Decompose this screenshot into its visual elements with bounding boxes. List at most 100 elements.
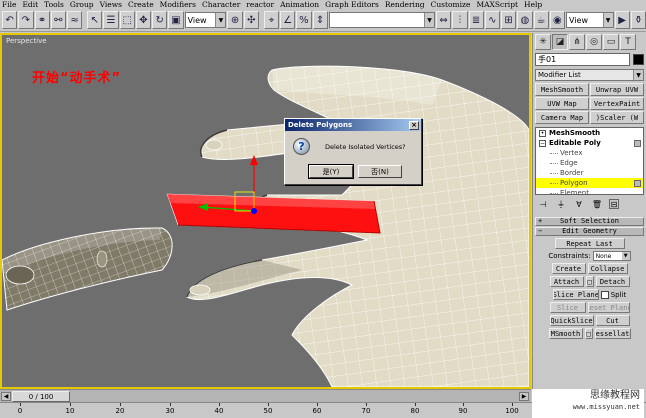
menu-file[interactable]: File	[0, 0, 20, 9]
constraints-dropdown[interactable]: None ▼	[592, 251, 631, 261]
close-icon[interactable]: ×	[409, 120, 419, 130]
select-by-name-icon[interactable]: ☰	[103, 11, 119, 29]
stack-item-meshsmooth[interactable]: • MeshSmooth	[536, 128, 643, 138]
menu-tools[interactable]: Tools	[42, 0, 68, 9]
select-rotate-icon[interactable]: ↻	[152, 11, 168, 29]
curve-editor-icon[interactable]: ∿	[484, 11, 500, 29]
configure-modifier-sets-icon[interactable]: ⊟	[609, 199, 619, 209]
menu-maxscript[interactable]: MAXScript	[474, 0, 522, 9]
selected-polygons[interactable]	[166, 193, 381, 234]
select-move-icon[interactable]: ✥	[135, 11, 152, 29]
soft-selection-rollout[interactable]: + Soft Selection	[535, 217, 644, 226]
stack-item-editable-poly[interactable]: − Editable Poly	[536, 138, 643, 148]
stack-item-polygon[interactable]: Polygon	[536, 178, 643, 188]
bulb-icon[interactable]: •	[539, 129, 546, 137]
layer-manager-icon[interactable]: ≣	[468, 11, 484, 29]
edit-geometry-rollout[interactable]: − Edit Geometry	[535, 227, 644, 236]
redo-icon[interactable]: ↷	[18, 11, 34, 29]
display-tab-icon[interactable]: ▭	[603, 34, 619, 50]
select-region-icon[interactable]: ⬚	[119, 11, 135, 29]
make-unique-icon[interactable]: ∀	[573, 199, 585, 210]
modifier-stack[interactable]: • MeshSmooth − Editable Poly Vertex Edge B…	[535, 127, 644, 198]
prev-frame-icon[interactable]: ◀	[1, 392, 11, 401]
viewport-label[interactable]: Perspective	[6, 37, 47, 45]
undo-icon[interactable]: ↶	[2, 11, 18, 29]
menu-graph-editors[interactable]: Graph Editors	[323, 0, 383, 9]
unwrap-uvw-button[interactable]: Unwrap UVW	[590, 83, 644, 96]
motion-tab-icon[interactable]: ◎	[586, 34, 602, 50]
menu-rendering[interactable]: Rendering	[383, 0, 429, 9]
create-button[interactable]: Create	[551, 263, 586, 274]
object-name-field[interactable]: 手01	[535, 53, 630, 66]
render-type-dropdown[interactable]: View ▼	[566, 12, 614, 28]
manipulate-icon[interactable]: ✣	[243, 11, 259, 29]
split-checkbox[interactable]	[600, 290, 609, 299]
dialog-titlebar[interactable]: Delete Polygons ×	[285, 119, 421, 131]
yes-button[interactable]: 是(Y)	[308, 164, 354, 179]
stack-item-vertex[interactable]: Vertex	[536, 148, 643, 158]
msmooth-button[interactable]: MSmooth	[548, 328, 583, 339]
named-selection-dropdown[interactable]: ▼	[328, 12, 435, 28]
pivot-center-icon[interactable]: ⊕	[227, 11, 243, 29]
meshsmooth-button[interactable]: MeshSmooth	[535, 83, 589, 96]
stack-item-border[interactable]: Border	[536, 168, 643, 178]
render-last-icon[interactable]: ▶	[614, 11, 630, 29]
menu-character[interactable]: Character	[200, 0, 244, 9]
angle-snap-icon[interactable]: ∠	[280, 11, 296, 29]
slice-plane-button[interactable]: Slice Plane	[552, 289, 599, 300]
link-icon[interactable]: ⚭	[34, 11, 50, 29]
next-frame-icon[interactable]: ▶	[519, 392, 529, 401]
menu-modifiers[interactable]: Modifiers	[158, 0, 200, 9]
spinner-snap-icon[interactable]: ⇕	[312, 11, 328, 29]
scaler-button[interactable]: )Scaler (W	[590, 111, 644, 124]
slice-button[interactable]: Slice	[549, 302, 586, 313]
schematic-view-icon[interactable]: ⊞	[501, 11, 517, 29]
detach-button[interactable]: Detach	[595, 276, 630, 287]
menu-reactor[interactable]: reactor	[244, 0, 278, 9]
reset-plane-button[interactable]: Reset Plane	[587, 302, 630, 313]
tessellate-button[interactable]: Tessellate	[594, 328, 631, 339]
time-slider[interactable]: ◀ 0 / 100 ▶	[0, 389, 531, 402]
object-color-swatch[interactable]	[633, 54, 644, 65]
collapse-minus-icon[interactable]: −	[539, 139, 546, 147]
menu-customize[interactable]: Customize	[429, 0, 475, 9]
menu-group[interactable]: Group	[68, 0, 98, 9]
reference-coord-dropdown[interactable]: View ▼	[184, 12, 227, 28]
stack-item-element[interactable]: Element	[536, 188, 643, 198]
show-end-result-icon[interactable]: ⏚	[555, 199, 567, 210]
hierarchy-tab-icon[interactable]: ⋔	[569, 34, 585, 50]
select-scale-icon[interactable]: ▣	[168, 11, 184, 29]
remove-modifier-icon[interactable]: 🗑	[591, 199, 603, 210]
utilities-tab-icon[interactable]: T	[620, 34, 636, 50]
teapot-icon[interactable]: ⚱	[630, 11, 646, 29]
mirror-icon[interactable]: ⇔	[436, 11, 452, 29]
cut-button[interactable]: Cut	[595, 315, 630, 326]
collapse-button[interactable]: Collapse	[587, 263, 628, 274]
uvw-map-button[interactable]: UVW Map	[535, 97, 589, 110]
menu-edit[interactable]: Edit	[20, 0, 42, 9]
attach-settings-icon[interactable]: □	[585, 276, 594, 287]
time-slider-handle[interactable]: 0 / 100	[12, 391, 70, 402]
material-editor-icon[interactable]: ◍	[517, 11, 533, 29]
menu-views[interactable]: Views	[98, 0, 126, 9]
stack-item-edge[interactable]: Edge	[536, 158, 643, 168]
modifier-list-dropdown[interactable]: Modifier List ▼	[535, 69, 644, 81]
no-button[interactable]: 否(N)	[358, 165, 402, 178]
quickslice-button[interactable]: QuickSlice	[549, 315, 594, 326]
vertexpaint-button[interactable]: VertexPaint	[590, 97, 644, 110]
render-scene-icon[interactable]: ☕	[533, 11, 549, 29]
menu-help[interactable]: Help	[522, 0, 546, 9]
menu-animation[interactable]: Animation	[278, 0, 323, 9]
bind-spacewarp-icon[interactable]: ≈	[67, 11, 83, 29]
percent-snap-icon[interactable]: %	[296, 11, 312, 29]
quick-render-icon[interactable]: ◉	[549, 11, 565, 29]
create-tab-icon[interactable]: ✳	[535, 34, 551, 50]
attach-button[interactable]: Attach	[549, 276, 584, 287]
unlink-icon[interactable]: ⚯	[50, 11, 66, 29]
select-icon[interactable]: ↖	[87, 11, 103, 29]
perspective-viewport[interactable]: Perspective 开始“动手术”	[0, 33, 531, 389]
camera-map-button[interactable]: Camera Map	[535, 111, 589, 124]
msmooth-settings-icon[interactable]: □	[584, 328, 593, 339]
snap-icon[interactable]: ⌖	[263, 11, 280, 29]
align-icon[interactable]: ⫶	[452, 11, 468, 29]
